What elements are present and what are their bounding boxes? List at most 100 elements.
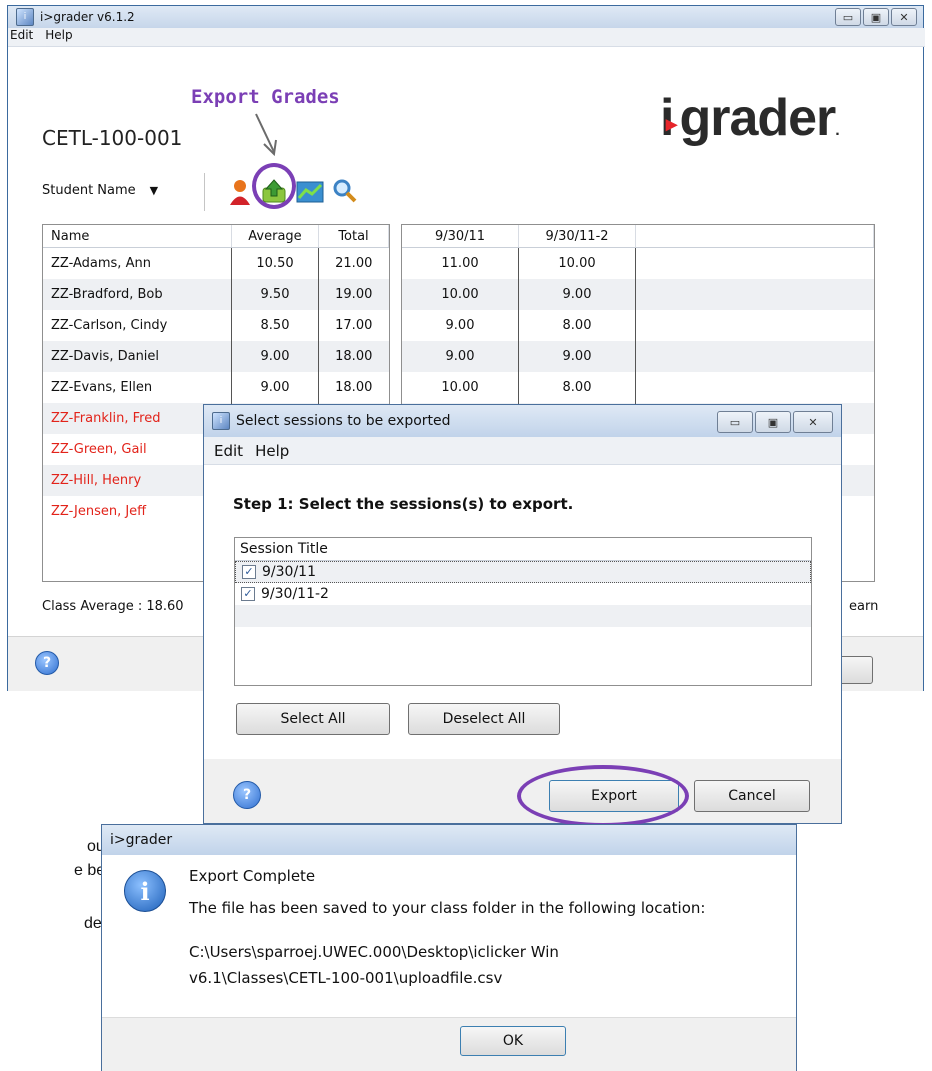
complete-title-bar[interactable]: i>grader xyxy=(102,825,796,855)
complete-dialog: i>grader i Export Complete The file has … xyxy=(101,824,797,1071)
cell-session-1: 10.00 xyxy=(402,279,519,310)
session-list: Session Title ✓ 9/30/11 ✓ 9/30/11-2 xyxy=(234,537,812,686)
cell-session-2: 10.00 xyxy=(518,247,636,279)
cell-total: 17.00 xyxy=(335,318,373,333)
annotation-label: Export Grades xyxy=(191,86,340,108)
step-text: Step 1: Select the sessions(s) to export… xyxy=(233,495,574,513)
menu-edit[interactable]: Edit xyxy=(10,28,33,42)
export-menubar: Edit Help xyxy=(204,437,841,465)
annotation-circle-export-icon xyxy=(252,163,296,209)
cell-session-2: 9.00 xyxy=(518,279,636,310)
chevron-down-icon: ▼ xyxy=(149,184,159,197)
main-title-bar[interactable]: i i>grader v6.1.2 xyxy=(8,6,923,28)
cell-session-2: 8.00 xyxy=(518,310,636,341)
table-row[interactable]: ZZ-Adams, Ann 10.50 21.00 xyxy=(43,247,389,279)
col-empty xyxy=(635,225,874,248)
checkbox-session-1[interactable]: ✓ xyxy=(242,565,256,579)
main-title: i>grader v6.1.2 xyxy=(40,10,135,24)
cell-name: ZZ-Davis, Daniel xyxy=(51,349,160,364)
help-icon[interactable]: ? xyxy=(35,651,59,675)
col-session-1[interactable]: 9/30/11 xyxy=(402,225,519,248)
annotation-arrow xyxy=(255,113,277,157)
cell-session-1: 9.00 xyxy=(402,341,519,372)
table-row[interactable]: ZZ-Evans, Ellen 9.00 18.00 xyxy=(43,372,389,403)
cell-name: ZZ-Adams, Ann xyxy=(51,256,151,271)
table-row[interactable]: 10.00 8.00 xyxy=(402,372,874,403)
export-title: Select sessions to be exported xyxy=(236,413,451,429)
export-app-icon: i xyxy=(212,412,230,430)
cell-average: 8.50 xyxy=(231,310,319,341)
sort-label: Student Name xyxy=(42,183,136,198)
cell-name: ZZ-Bradford, Bob xyxy=(51,287,163,302)
sort-dropdown[interactable]: Student Name ▼ xyxy=(42,183,158,198)
close-button[interactable]: ✕ xyxy=(891,8,917,26)
cell-average: 9.00 xyxy=(231,372,319,403)
col-name[interactable]: Name xyxy=(43,225,232,248)
session-label-1: 9/30/11 xyxy=(262,564,316,580)
export-menu-help[interactable]: Help xyxy=(255,442,289,460)
cell-total: 19.00 xyxy=(335,287,373,302)
igrader-logo: i ▸ grader. xyxy=(660,89,840,147)
export-menu-edit[interactable]: Edit xyxy=(214,442,243,460)
class-average: Class Average : 18.60 xyxy=(42,599,184,614)
session-empty-row xyxy=(235,605,811,627)
cell-session-1: 11.00 xyxy=(402,247,519,279)
col-average[interactable]: Average xyxy=(231,225,319,248)
checkbox-session-2[interactable]: ✓ xyxy=(241,587,255,601)
cell-average: 9.50 xyxy=(231,279,319,310)
cell-name: ZZ-Carlson, Cindy xyxy=(51,318,168,333)
cell-empty xyxy=(636,279,874,310)
cell-average: 10.50 xyxy=(231,247,319,279)
col-session-2[interactable]: 9/30/11-2 xyxy=(518,225,636,248)
session-row[interactable]: ✓ 9/30/11-2 xyxy=(235,583,811,605)
export-maximize-button[interactable]: ▣ xyxy=(755,411,791,433)
complete-path-line-1: C:\Users\sparroej.UWEC.000\Desktop\iclic… xyxy=(189,943,559,961)
cell-total: 18.00 xyxy=(335,380,373,395)
table-row[interactable]: ZZ-Bradford, Bob 9.50 19.00 xyxy=(43,279,389,310)
cell-empty xyxy=(636,372,874,403)
cell-total: 18.00 xyxy=(335,349,373,364)
cell-empty xyxy=(636,310,874,341)
main-menubar: Edit Help xyxy=(8,28,925,47)
table-row[interactable]: 9.00 8.00 xyxy=(402,310,874,341)
col-total[interactable]: Total xyxy=(318,225,389,248)
cell-session-2: 9.00 xyxy=(518,341,636,372)
export-close-button[interactable]: ✕ xyxy=(793,411,833,433)
cell-empty xyxy=(636,248,874,280)
app-icon: i xyxy=(16,8,34,26)
export-minimize-button[interactable]: ▭ xyxy=(717,411,753,433)
complete-title: i>grader xyxy=(110,832,173,848)
ok-button[interactable]: OK xyxy=(460,1026,566,1056)
select-all-button[interactable]: Select All xyxy=(236,703,390,735)
deselect-all-button[interactable]: Deselect All xyxy=(408,703,560,735)
student-icon[interactable] xyxy=(228,178,252,206)
table-row[interactable]: 10.00 9.00 xyxy=(402,279,874,310)
complete-message: The file has been saved to your class fo… xyxy=(189,899,706,917)
table-row[interactable]: 9.00 9.00 xyxy=(402,341,874,372)
cancel-button[interactable]: Cancel xyxy=(694,780,810,812)
maximize-button[interactable]: ▣ xyxy=(863,8,889,26)
session-row[interactable]: ✓ 9/30/11 xyxy=(235,561,811,583)
cell-name: ZZ-Evans, Ellen xyxy=(51,380,153,395)
chart-icon[interactable] xyxy=(295,178,325,204)
session-list-header[interactable]: Session Title xyxy=(235,538,811,561)
table-row[interactable]: ZZ-Davis, Daniel 9.00 18.00 xyxy=(43,341,389,372)
annotation-circle-export-button xyxy=(517,765,689,827)
info-icon: i xyxy=(124,870,166,912)
cell-session-2: 8.00 xyxy=(518,372,636,403)
minimize-button[interactable]: ▭ xyxy=(835,8,861,26)
cell-session-1: 10.00 xyxy=(402,372,519,403)
complete-heading: Export Complete xyxy=(189,867,316,885)
export-help-icon[interactable]: ? xyxy=(233,781,261,809)
search-icon[interactable] xyxy=(332,178,358,204)
table-row[interactable]: ZZ-Carlson, Cindy 8.50 17.00 xyxy=(43,310,389,341)
partial-label: earn xyxy=(849,599,879,614)
table-row[interactable]: 11.00 10.00 xyxy=(402,247,874,280)
cell-session-1: 9.00 xyxy=(402,310,519,341)
menu-help[interactable]: Help xyxy=(45,28,72,42)
toolbar-divider xyxy=(204,173,205,211)
class-title: CETL-100-001 xyxy=(42,126,183,150)
complete-path-line-2: v6.1\Classes\CETL-100-001\uploadfile.csv xyxy=(189,969,503,987)
complete-footer xyxy=(102,1017,796,1071)
cell-average: 9.00 xyxy=(231,341,319,372)
